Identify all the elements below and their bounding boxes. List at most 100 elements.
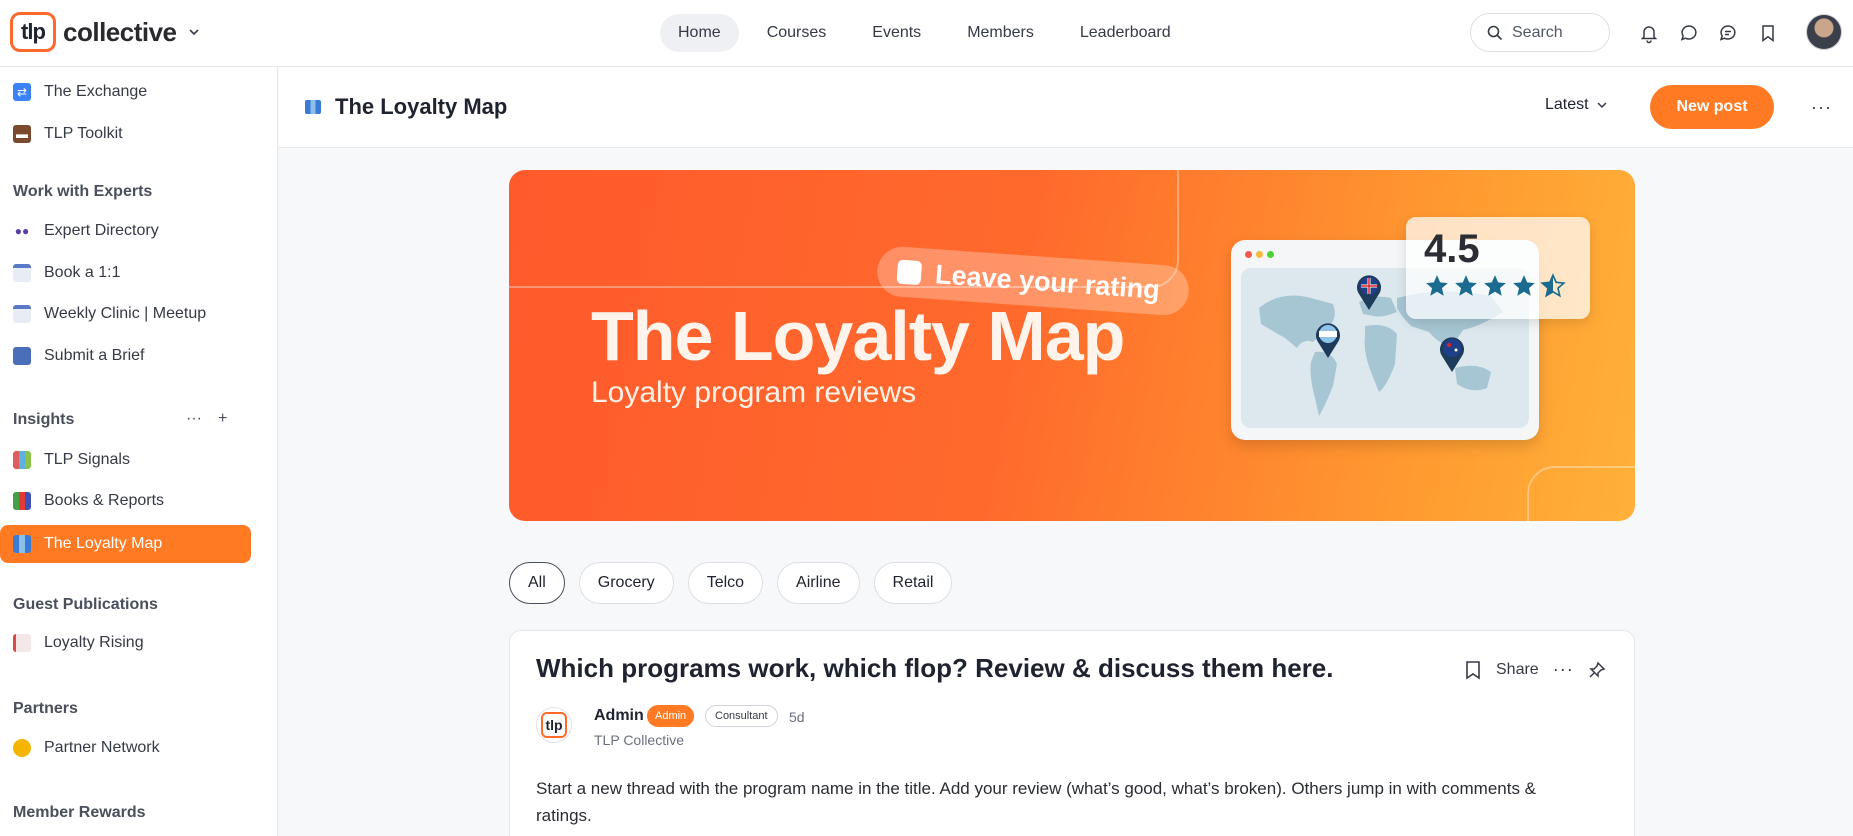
nav-events[interactable]: Events <box>854 14 939 52</box>
sidebar-item-label: Books & Reports <box>44 492 165 509</box>
page-title-text: The Loyalty Map <box>335 94 508 119</box>
filter-chip-all[interactable]: All <box>509 562 565 604</box>
map-icon <box>305 100 321 114</box>
map-icon <box>13 535 31 553</box>
books-icon <box>13 492 31 510</box>
filter-chip-telco[interactable]: Telco <box>687 562 764 604</box>
banner-subtitle: Loyalty program reviews <box>591 376 917 409</box>
dot <box>1267 251 1274 258</box>
sidebar-item-label: The Exchange <box>44 83 148 100</box>
nav-courses[interactable]: Courses <box>749 14 845 52</box>
post-actions: Share ··· <box>1464 659 1606 680</box>
sidebar-item-books-reports[interactable]: Books & Reports <box>0 482 251 520</box>
sidebar-section-title[interactable]: Partners <box>13 700 78 718</box>
sidebar: ⇄ The Exchange ▬ TLP Toolkit Work with E… <box>0 67 278 836</box>
more-icon[interactable]: ··· <box>186 410 202 428</box>
sidebar-item-expert-directory[interactable]: ●● Expert Directory <box>0 212 251 250</box>
post-title[interactable]: Which programs work, which flop? Review … <box>536 653 1334 684</box>
half-star-icon <box>1540 273 1566 298</box>
sidebar-item-the-loyalty-map[interactable]: The Loyalty Map <box>0 525 251 563</box>
post-timestamp[interactable]: 5d <box>789 709 805 725</box>
sidebar-item-label: Loyalty Rising <box>44 634 144 651</box>
sidebar-item-label: Book a 1:1 <box>44 264 121 281</box>
window-dots <box>1245 251 1274 258</box>
sidebar-item-tlp-signals[interactable]: TLP Signals <box>0 441 251 479</box>
map-pin-icon <box>1316 323 1340 358</box>
star-icon <box>1426 275 1448 296</box>
rating-card: 4.5 <box>1406 217 1590 319</box>
cover-banner: Leave your rating The Loyalty Map Loyalt… <box>509 170 1635 521</box>
messages-icon[interactable] <box>1717 22 1739 44</box>
star-icon <box>1455 275 1477 296</box>
dot <box>1245 251 1252 258</box>
dot <box>1256 251 1263 258</box>
sidebar-item-loyalty-rising[interactable]: Loyalty Rising <box>0 624 251 662</box>
sidebar-section-title[interactable]: Work with Experts <box>13 183 152 201</box>
sidebar-item-tlp-toolkit[interactable]: ▬ TLP Toolkit <box>0 115 251 153</box>
sort-label: Latest <box>1545 96 1589 113</box>
chart-icon <box>13 451 31 469</box>
bookmark-icon[interactable] <box>1757 22 1779 44</box>
author-avatar[interactable]: tlp <box>536 707 572 743</box>
sidebar-item-label: TLP Toolkit <box>44 125 123 142</box>
sidebar-item-label: Submit a Brief <box>44 347 145 364</box>
filter-chips: All Grocery Telco Airline Retail <box>509 562 953 604</box>
new-post-button[interactable]: New post <box>1650 85 1774 129</box>
pin-icon[interactable] <box>1588 661 1606 679</box>
user-avatar[interactable] <box>1806 14 1842 50</box>
rating-stars <box>1424 273 1566 299</box>
admin-badge: Admin <box>647 705 695 727</box>
sidebar-section-title[interactable]: Guest Publications <box>13 596 158 614</box>
sidebar-item-the-exchange[interactable]: ⇄ The Exchange <box>0 73 251 111</box>
sort-dropdown[interactable]: Latest <box>1545 96 1607 114</box>
search-button[interactable]: Search <box>1470 13 1610 52</box>
nav-home[interactable]: Home <box>660 14 739 52</box>
space-header: The Loyalty Map Latest New post ··· <box>279 67 1853 148</box>
nav-leaderboard[interactable]: Leaderboard <box>1062 14 1189 52</box>
bookmark-icon[interactable] <box>1464 660 1482 680</box>
rating-value: 4.5 <box>1424 227 1480 271</box>
sidebar-section-title[interactable]: Member Rewards <box>13 804 146 822</box>
brand-name: collective <box>63 16 177 47</box>
map-pin-icon <box>1440 337 1464 372</box>
filter-chip-grocery[interactable]: Grocery <box>578 562 674 604</box>
people-icon: ●● <box>14 224 30 238</box>
chevron-down-icon <box>1597 102 1607 109</box>
sidebar-item-label: Weekly Clinic | Meetup <box>44 305 207 322</box>
sidebar-item-label: The Loyalty Map <box>44 535 163 552</box>
author-org: TLP Collective <box>594 732 685 748</box>
add-icon[interactable]: + <box>218 410 227 428</box>
filter-chip-airline[interactable]: Airline <box>777 562 860 604</box>
sidebar-section-title[interactable]: Insights <box>13 411 74 429</box>
top-bar: tlp collective Home Courses Events Membe… <box>0 0 1853 67</box>
handshake-icon <box>13 739 31 757</box>
author-name[interactable]: Admin <box>594 707 644 725</box>
calendar-icon <box>13 264 31 282</box>
brand-logo[interactable]: tlp collective <box>10 12 199 52</box>
mailbox-icon <box>13 347 31 365</box>
chat-icon[interactable] <box>1678 22 1700 44</box>
sidebar-item-partner-network[interactable]: Partner Network <box>0 729 251 767</box>
share-button[interactable]: Share <box>1496 661 1539 679</box>
banner-title: The Loyalty Map <box>591 297 1125 375</box>
sidebar-item-label: Partner Network <box>44 739 160 756</box>
map-pin-icon <box>1357 275 1381 310</box>
rating-badge-icon <box>896 259 923 286</box>
bell-icon[interactable] <box>1638 22 1660 44</box>
role-badge: Consultant <box>705 705 778 727</box>
more-options-icon[interactable]: ··· <box>1553 659 1574 680</box>
pinned-post-card: Which programs work, which flop? Review … <box>509 630 1635 836</box>
star-icon <box>1513 275 1535 296</box>
banner-decoration <box>1527 466 1635 521</box>
chevron-down-icon[interactable] <box>188 27 199 37</box>
nav-members[interactable]: Members <box>949 14 1052 52</box>
more-options-icon[interactable]: ··· <box>1811 97 1832 118</box>
search-icon <box>1487 25 1503 40</box>
sidebar-item-submit-a-brief[interactable]: Submit a Brief <box>0 337 251 375</box>
sidebar-item-weekly-clinic[interactable]: Weekly Clinic | Meetup <box>0 295 251 333</box>
star-icon <box>1484 275 1506 296</box>
insights-actions: ··· + <box>186 410 227 428</box>
filter-chip-retail[interactable]: Retail <box>873 562 953 604</box>
calendar-icon <box>13 305 31 323</box>
sidebar-item-book-a-1-1[interactable]: Book a 1:1 <box>0 254 251 292</box>
